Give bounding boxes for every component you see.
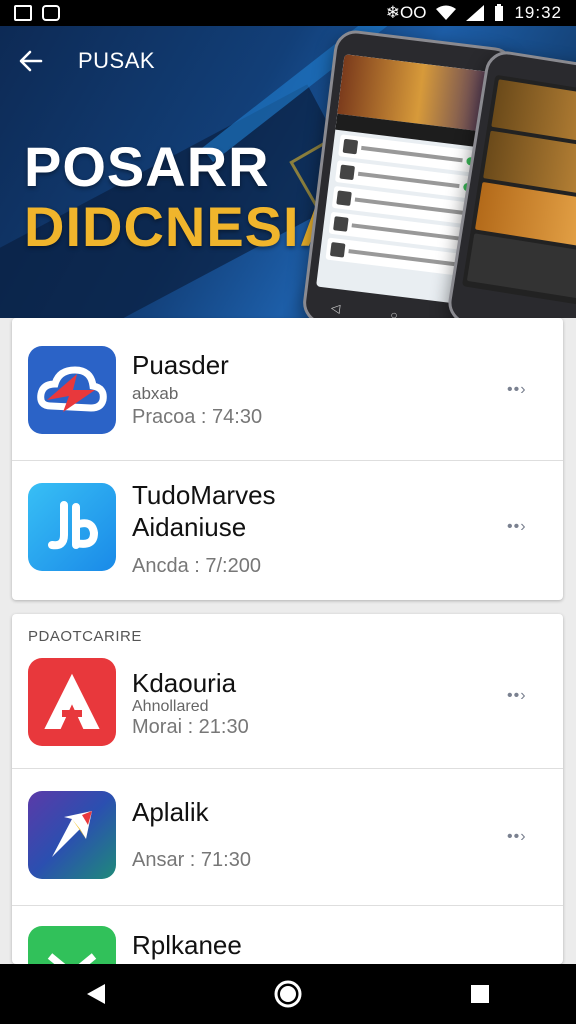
app-name: TudoMarves Aidaniuse	[132, 480, 276, 542]
banner-headline: POSARR	[24, 135, 270, 198]
app-list-card: Puasder abxab Pracoa : 74:30 ••› TudoMar…	[12, 318, 563, 600]
app-meta: Ancda : 7/:200	[132, 555, 261, 577]
app-meta: Morai : 21:30	[132, 716, 249, 738]
app-developer: Ahnollared	[132, 698, 209, 715]
more-options-button[interactable]: ••›	[507, 380, 537, 400]
system-navigation-bar	[0, 964, 576, 1024]
more-options-button[interactable]: ••›	[507, 686, 537, 706]
a-letter-app-icon	[28, 658, 116, 746]
app-list-card: PDAOTCARIRE Kdaouria Ahnollared Morai : …	[12, 614, 563, 964]
recents-square-icon	[471, 985, 489, 1003]
hero-banner: PUSAK POSARR DIDCNESIA ◁○□	[0, 26, 576, 318]
list-item[interactable]: Puasder abxab Pracoa : 74:30 ••›	[12, 318, 563, 460]
section-label: PDAOTCARIRE	[28, 628, 142, 645]
home-circle-icon	[274, 980, 302, 1008]
gallery-notification-icon	[14, 5, 32, 21]
list-item[interactable]: TudoMarves Aidaniuse Ancda : 7/:200 ••›	[12, 461, 563, 600]
page-title: PUSAK	[78, 48, 156, 73]
app-name: Aplalik	[132, 797, 209, 827]
app-developer: abxab	[132, 384, 179, 403]
list-item[interactable]: Aplalik Ansar : 71:30 ••›	[12, 769, 563, 905]
cloud-app-icon	[28, 346, 116, 434]
signal-icon	[466, 5, 485, 21]
nav-home-button[interactable]	[258, 964, 318, 1024]
arrow-app-icon	[28, 791, 116, 879]
banner-subheadline: DIDCNESIA	[24, 195, 342, 258]
green-app-icon	[28, 926, 116, 964]
app-meta: Ansar : 71:30	[132, 849, 251, 871]
more-options-button[interactable]: ••›	[507, 827, 537, 847]
jb-app-icon	[28, 483, 116, 571]
app-name: Rplkanee	[132, 930, 242, 960]
nav-back-button[interactable]	[66, 964, 126, 1024]
app-notification-icon	[42, 5, 60, 21]
battery-icon	[495, 4, 504, 21]
app-name: Kdaouria	[132, 668, 237, 698]
back-triangle-icon	[87, 984, 105, 1004]
network-label: ❄OO	[385, 3, 427, 22]
app-name: Puasder	[132, 350, 229, 380]
app-meta: Pracoa : 74:30	[132, 406, 263, 428]
clock: 19:32	[514, 3, 562, 22]
more-options-button[interactable]: ••›	[507, 517, 537, 537]
wifi-icon	[436, 5, 457, 20]
nav-recents-button[interactable]	[450, 964, 510, 1024]
back-arrow-icon	[19, 50, 43, 72]
list-item[interactable]: Kdaouria Ahnollared Morai : 21:30 ••›	[12, 648, 563, 768]
status-bar: ❄OO 19:32	[0, 0, 576, 26]
back-button[interactable]	[14, 44, 48, 78]
list-item[interactable]: Rplkanee	[12, 906, 563, 964]
